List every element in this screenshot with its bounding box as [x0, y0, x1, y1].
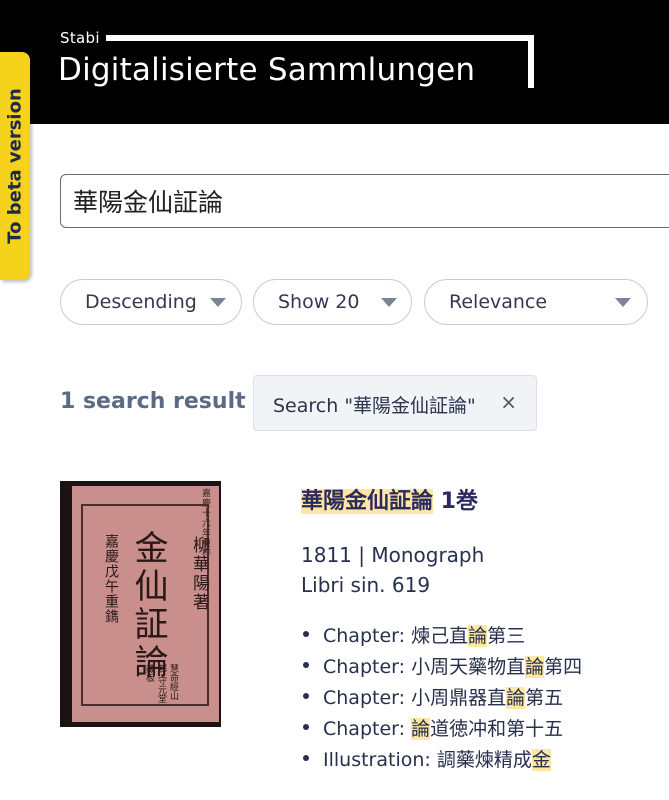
result-thumbnail[interactable]: 嘉慶十六年重梓 嘉慶戊午重鐫 金仙証論 柳華陽著 慧命經山邨 守元堂藏板	[60, 481, 221, 727]
structure-hit-item[interactable]: Chapter: 煉己直論第三	[301, 621, 582, 652]
hit-text: 第五	[525, 687, 564, 709]
result-date-type: 1811 | Monograph	[301, 543, 485, 567]
result-title-link[interactable]: 華陽金仙証論 1巻	[301, 483, 478, 515]
hit-highlight: 論	[525, 656, 545, 678]
hit-text: 煉己直	[411, 625, 469, 647]
hit-prefix: Chapter:	[323, 656, 412, 678]
logo-frame-top	[106, 35, 534, 41]
thumbnail-frame: 嘉慶戊午重鐫 金仙証論 柳華陽著 慧命經山邨 守元堂藏板	[81, 504, 209, 706]
thumbnail-author-text: 柳華陽著	[189, 536, 209, 612]
beta-version-label: To beta version	[4, 88, 26, 244]
search-input[interactable]	[73, 175, 663, 227]
hit-text: 小周天藥物直	[411, 656, 526, 678]
hit-text: 調藥煉精成	[436, 749, 532, 771]
result-title-rest: 1巻	[433, 489, 478, 514]
hit-prefix: Chapter:	[323, 687, 412, 709]
chevron-down-icon	[381, 298, 397, 307]
hit-highlight: 論	[506, 687, 526, 709]
structure-hit-item[interactable]: Illustration: 調藥煉精成金	[301, 745, 582, 776]
thumbnail-title-text: 金仙証論	[128, 530, 168, 682]
logo-small-text: Stabi	[60, 29, 100, 47]
page-size-label: Show 20	[278, 291, 360, 313]
sort-order-dropdown[interactable]: Descending	[60, 279, 242, 325]
filter-chip-label: Search "華陽金仙証論"	[273, 395, 476, 417]
site-title-link[interactable]: Digitalisierte Sammlungen	[58, 52, 475, 88]
hit-text: 小周鼎器直	[411, 687, 507, 709]
bullet-icon	[303, 724, 309, 730]
bullet-icon	[303, 662, 309, 668]
thumbnail-page: 嘉慶十六年重梓 嘉慶戊午重鐫 金仙証論 柳華陽著 慧命經山邨 守元堂藏板	[72, 486, 219, 722]
structure-hit-list: Chapter: 煉己直論第三 Chapter: 小周天藥物直論第四 Chapt…	[301, 621, 582, 776]
close-icon[interactable]: ×	[500, 390, 517, 414]
bullet-icon	[303, 755, 309, 761]
beta-version-tab[interactable]: To beta version	[0, 52, 30, 280]
logo-frame-right	[528, 35, 534, 88]
structure-hit-item[interactable]: Chapter: 論道徳冲和第十五	[301, 714, 582, 745]
active-filter-chip: Search "華陽金仙証論" ×	[253, 375, 537, 431]
hit-prefix: Chapter:	[323, 718, 412, 740]
hit-highlight: 論	[411, 718, 431, 740]
structure-hit-item[interactable]: Chapter: 小周天藥物直論第四	[301, 652, 582, 683]
hit-text: 第三	[487, 625, 526, 647]
hit-text: 道徳冲和第十五	[430, 718, 564, 740]
hit-prefix: Chapter:	[323, 625, 412, 647]
result-count: 1 search result	[60, 389, 246, 414]
search-box[interactable]	[60, 174, 669, 228]
result-shelfmark: Libri sin. 619	[301, 573, 431, 597]
hit-highlight: 金	[531, 749, 551, 771]
bullet-icon	[303, 693, 309, 699]
page-size-dropdown[interactable]: Show 20	[253, 279, 412, 325]
sort-field-label: Relevance	[449, 291, 548, 313]
sort-order-label: Descending	[85, 291, 197, 313]
hit-prefix: Illustration:	[323, 749, 437, 771]
hit-text: 第四	[544, 656, 583, 678]
result-title-highlight: 華陽金仙証論	[301, 489, 434, 514]
bullet-icon	[303, 631, 309, 637]
chevron-down-icon	[615, 298, 631, 307]
sort-field-dropdown[interactable]: Relevance	[424, 279, 648, 325]
thumbnail-left-text: 嘉慶戊午重鐫	[103, 534, 119, 624]
structure-hit-item[interactable]: Chapter: 小周鼎器直論第五	[301, 683, 582, 714]
thumbnail-bottom-text: 慧命經山邨 守元堂藏板	[144, 664, 178, 703]
site-header: Stabi Digitalisierte Sammlungen	[0, 0, 669, 124]
hit-highlight: 論	[468, 625, 488, 647]
chevron-down-icon	[210, 298, 226, 307]
